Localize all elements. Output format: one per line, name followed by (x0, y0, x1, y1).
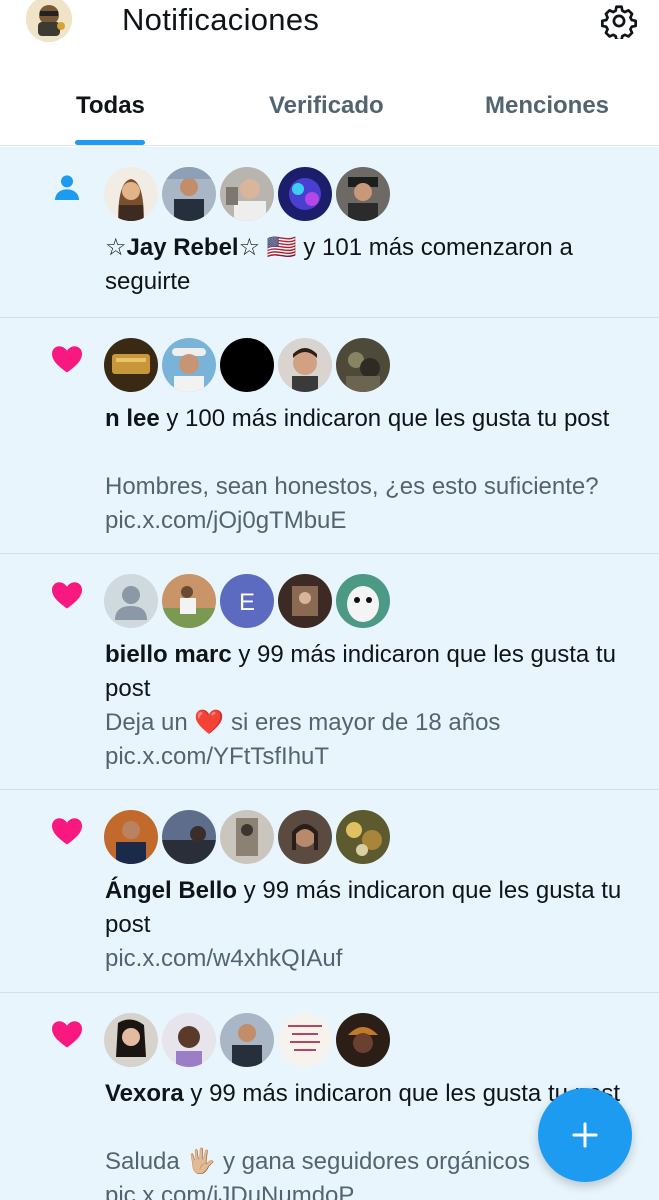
page-title: Notificaciones (122, 2, 320, 37)
tab-bar: Todas Verificado Menciones (0, 80, 659, 146)
notification-text: ☆Jay Rebel☆ 🇺🇸 y 101 más comenzaron a se… (105, 231, 635, 299)
top-bar: Notificaciones Todas Verificado Mencione… (0, 0, 659, 146)
avatar[interactable] (104, 167, 158, 221)
active-tab-indicator (75, 140, 145, 145)
heart-icon (48, 1015, 86, 1053)
avatar[interactable] (278, 574, 332, 628)
compose-button[interactable] (538, 1088, 632, 1182)
notification-list: ☆Jay Rebel☆ 🇺🇸 y 101 más comenzaron a se… (0, 147, 659, 1200)
post-link[interactable]: pic.x.com/jOj0gTMbuE (105, 504, 645, 538)
notification-text: biello marc y 99 más indicaron que les g… (105, 638, 635, 706)
actor-name[interactable]: Ángel Bello (105, 877, 237, 904)
post-preview: Deja un ❤️ si eres mayor de 18 años (105, 709, 501, 736)
actor-name[interactable]: n lee (105, 405, 160, 432)
avatar[interactable] (104, 1013, 158, 1067)
avatar[interactable] (104, 338, 158, 392)
avatar[interactable] (162, 1013, 216, 1067)
avatar[interactable] (278, 1013, 332, 1067)
avatar[interactable] (220, 810, 274, 864)
tab-verificado[interactable]: Verificado (269, 92, 384, 120)
plus-icon (572, 1122, 598, 1148)
avatar[interactable] (162, 167, 216, 221)
avatar[interactable]: E (220, 574, 274, 628)
heart-icon (48, 340, 86, 378)
avatar[interactable] (220, 1013, 274, 1067)
avatar[interactable] (162, 574, 216, 628)
notification-item[interactable]: ☆Jay Rebel☆ 🇺🇸 y 101 más comenzaron a se… (0, 147, 659, 318)
avatar[interactable] (104, 574, 158, 628)
avatar[interactable] (336, 574, 390, 628)
gear-icon (601, 5, 637, 39)
avatar[interactable] (104, 810, 158, 864)
tab-todas[interactable]: Todas (76, 92, 145, 120)
notification-item[interactable]: n lee y 100 más indicaron que les gusta … (0, 318, 659, 554)
person-icon (48, 169, 86, 207)
avatar[interactable] (278, 338, 332, 392)
post-link[interactable]: pic.x.com/w4xhkQIAuf (105, 942, 645, 976)
post-link[interactable]: pic.x.com/jJDuNumdoP (105, 1179, 645, 1200)
avatar[interactable] (336, 1013, 390, 1067)
avatar[interactable] (220, 338, 274, 392)
avatar[interactable] (278, 810, 332, 864)
notification-text: Ángel Bello y 99 más indicaron que les g… (105, 874, 635, 942)
avatar[interactable] (162, 810, 216, 864)
avatar-letter: E (239, 589, 255, 616)
avatar[interactable] (336, 167, 390, 221)
settings-button[interactable] (598, 0, 640, 42)
notification-text: n lee y 100 más indicaron que les gusta … (105, 402, 635, 436)
avatar[interactable] (336, 338, 390, 392)
profile-avatar[interactable] (26, 0, 72, 42)
heart-icon (48, 812, 86, 850)
avatar[interactable] (220, 167, 274, 221)
notification-item[interactable]: E biello marc y 99 más indicaron que les… (0, 554, 659, 790)
post-preview: Hombres, sean honestos, ¿es esto suficie… (105, 473, 599, 500)
avatar[interactable] (336, 810, 390, 864)
actor-name[interactable]: ☆Jay Rebel☆ 🇺🇸 (105, 234, 297, 261)
post-link[interactable]: pic.x.com/YFtTsfIhuT (105, 740, 645, 774)
actor-name[interactable]: biello marc (105, 641, 232, 668)
notification-action: y 100 más indicaron que les gusta tu pos… (159, 405, 610, 432)
actor-name[interactable]: Vexora (105, 1080, 184, 1107)
avatar[interactable] (278, 167, 332, 221)
notification-item[interactable]: Ángel Bello y 99 más indicaron que les g… (0, 790, 659, 993)
tab-menciones[interactable]: Menciones (485, 92, 609, 120)
avatar[interactable] (162, 338, 216, 392)
heart-icon (48, 576, 86, 614)
